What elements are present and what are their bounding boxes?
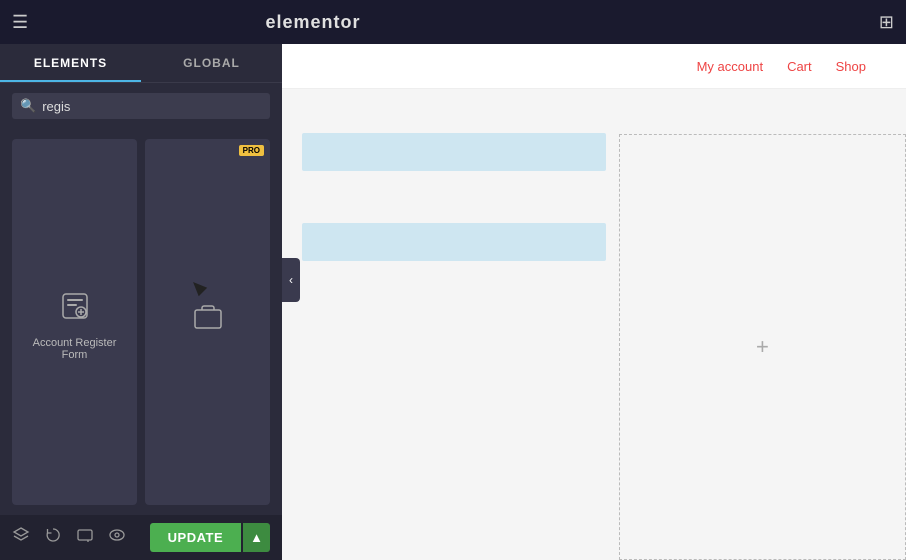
placeholder-area[interactable]: + — [619, 134, 906, 560]
blue-block-1 — [302, 133, 606, 171]
top-bar-left: ☰ — [12, 12, 28, 33]
nav-link-shop[interactable]: Shop — [836, 59, 866, 74]
plus-icon: + — [756, 334, 769, 360]
search-box: 🔍 — [0, 83, 282, 129]
tab-global[interactable]: GLOBAL — [141, 44, 282, 82]
preview-icon[interactable] — [108, 526, 126, 549]
sidebar-footer: UPDATE ▲ — [0, 515, 282, 560]
sidebar-tabs: ELEMENTS GLOBAL — [0, 44, 282, 83]
grid-icon[interactable]: ⊞ — [879, 12, 894, 33]
layers-icon[interactable] — [12, 526, 30, 549]
main-layout: ELEMENTS GLOBAL 🔍 — [0, 44, 906, 560]
search-input-wrapper: 🔍 — [12, 93, 270, 119]
footer-icons — [12, 526, 126, 549]
blue-block-2 — [302, 223, 606, 261]
search-input[interactable] — [42, 99, 262, 114]
canvas-area: My account Cart Shop — [282, 44, 906, 560]
update-button-group: UPDATE ▲ — [150, 523, 270, 552]
widget-icon-2 — [192, 302, 224, 341]
collapse-handle[interactable]: ‹ — [282, 258, 300, 302]
pro-badge: PRO — [239, 145, 264, 156]
page-header: My account Cart Shop — [282, 44, 906, 89]
page-preview: My account Cart Shop — [282, 44, 906, 560]
search-icon: 🔍 — [20, 98, 36, 114]
top-bar: ☰ elementor ⊞ — [0, 0, 906, 44]
widget-icon — [59, 290, 91, 329]
sidebar: ELEMENTS GLOBAL 🔍 — [0, 44, 282, 560]
widget-grid: Account Register Form PRO — [0, 129, 282, 515]
app-title: elementor — [253, 12, 373, 33]
update-button[interactable]: UPDATE — [150, 523, 241, 552]
widget-2[interactable]: PRO — [145, 139, 270, 505]
hamburger-icon[interactable]: ☰ — [12, 12, 28, 33]
tab-elements[interactable]: ELEMENTS — [0, 44, 141, 82]
nav-link-my-account[interactable]: My account — [697, 59, 763, 74]
responsive-icon[interactable] — [76, 526, 94, 549]
nav-link-cart[interactable]: Cart — [787, 59, 812, 74]
widget-label: Account Register Form — [20, 337, 129, 361]
update-dropdown-button[interactable]: ▲ — [243, 523, 270, 552]
widget-account-register-form[interactable]: Account Register Form — [12, 139, 137, 505]
history-icon[interactable] — [44, 526, 62, 549]
